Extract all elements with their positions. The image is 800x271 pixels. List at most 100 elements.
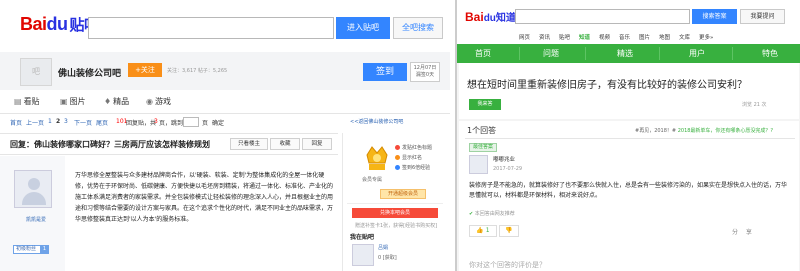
page-jump-input[interactable] bbox=[183, 117, 199, 127]
search-all-button[interactable]: 全吧搜索 bbox=[393, 17, 443, 39]
post-title: 回复：佛山装修哪家口碑好？三房两厅应该怎样装修规划 bbox=[10, 140, 210, 149]
post-user-name[interactable]: 凯凯是爱 bbox=[26, 216, 46, 223]
replies-text: 回复贴，共 bbox=[126, 120, 157, 127]
return-forum-link[interactable]: <<返回佛山装修公司吧 bbox=[350, 118, 403, 125]
tab-featured[interactable]: ♦ 精品 bbox=[104, 96, 129, 107]
pager-2-current: 2 bbox=[56, 118, 61, 125]
orange-dot-icon bbox=[395, 155, 400, 160]
subnav-wenku[interactable]: 文库 bbox=[679, 33, 690, 41]
meta-user-tag[interactable]: #再见，2018！# bbox=[635, 128, 676, 134]
page-unit: 页 bbox=[202, 120, 209, 127]
answerer-avatar[interactable] bbox=[469, 155, 488, 174]
member-benefits: 发贴红色标题 显示红名 签到6倍经验 bbox=[395, 143, 432, 173]
diamond-icon: ♦ bbox=[104, 97, 112, 106]
subnav-web[interactable]: 网页 bbox=[519, 33, 530, 41]
ask-question-button[interactable]: 我要提问 bbox=[740, 9, 785, 24]
subnav-more[interactable]: 更多» bbox=[699, 33, 713, 41]
subnav-music[interactable]: 音乐 bbox=[619, 33, 630, 41]
share-button[interactable]: 分 享 bbox=[732, 227, 755, 236]
zhidao-main-nav: 首页 问题 精选 用户 特色 bbox=[457, 44, 800, 63]
in-tieba-heading: 我在贴吧 bbox=[350, 234, 375, 241]
answer-meta: #再见，2018！# 2018最新单车，你还有哪条心愿没完成？? bbox=[635, 127, 773, 134]
tieba-logo[interactable]: Baidu 贴吧 bbox=[20, 14, 99, 35]
like-button[interactable]: 👍 1 bbox=[469, 225, 497, 237]
tieba-panel: Baidu 贴吧 进入贴吧 全吧搜索 吧 佛山装修公司吧 +关注 关注：3,617… bbox=[0, 0, 450, 271]
sign-date-box: 12月07日 漏签0天 bbox=[410, 62, 440, 82]
forum-tabs: ▤ 看贴 ▣ 图片 ♦ 精品 ◉ 游戏 bbox=[0, 90, 450, 114]
forum-avatar[interactable]: 吧 bbox=[20, 58, 52, 86]
forum-stats: 关注：3,617 帖子：5,265 bbox=[167, 68, 228, 74]
search-answer-button[interactable]: 搜索答案 bbox=[692, 9, 737, 24]
redeem-member-button[interactable]: 兑换本吧会员 bbox=[352, 208, 438, 218]
recommend-note: ✔ 本回答由网友推荐 bbox=[469, 211, 515, 217]
user-level-badge: 初级粉丝 1 bbox=[13, 245, 49, 254]
answer-date: 2017-07-29 bbox=[493, 166, 523, 172]
nav-special[interactable]: 特色 bbox=[762, 48, 778, 59]
pager-first[interactable]: 首页 bbox=[10, 118, 22, 127]
sign-date: 12月07日 bbox=[413, 65, 437, 71]
benefit-item: 显示红名 bbox=[395, 153, 432, 163]
open-member-button[interactable]: 开通超级会员 bbox=[380, 189, 426, 199]
subnav-tieba[interactable]: 贴吧 bbox=[559, 33, 570, 41]
tieba-search-input[interactable] bbox=[88, 17, 334, 39]
pager-next[interactable]: 下一页 bbox=[74, 118, 92, 127]
benefit-item: 发贴红色标题 bbox=[395, 143, 432, 153]
zhidao-panel: Baidu知道 搜索答案 我要提问 网页 资讯 贴吧 知道 视频 音乐 图片 地… bbox=[455, 0, 800, 271]
crown-medal-icon bbox=[366, 146, 388, 170]
nav-featured[interactable]: 精选 bbox=[617, 48, 633, 59]
zhidao-search-input[interactable] bbox=[515, 9, 690, 24]
subnav-map[interactable]: 地图 bbox=[659, 33, 670, 41]
avatar-head-shape bbox=[28, 178, 40, 190]
posts-icon: ▤ bbox=[14, 97, 22, 106]
post-content: 万华思修全屋整装与众多建材品牌商合作，以'硬装、软装、定制'为整体集成化的全屋一… bbox=[75, 172, 334, 223]
sign-in-button[interactable]: 签到 bbox=[363, 63, 407, 81]
nav-divider bbox=[585, 47, 586, 60]
dislike-button[interactable]: 👎 bbox=[499, 225, 519, 237]
answer-button[interactable]: 我来答 bbox=[469, 99, 501, 110]
thumb-down-icon: 👎 bbox=[505, 227, 513, 234]
zhidao-logo[interactable]: Baidu知道 bbox=[465, 9, 516, 24]
pager-1[interactable]: 1 bbox=[48, 118, 52, 125]
only-host-button[interactable]: 只看楼主 bbox=[230, 138, 268, 150]
avatar-body-shape bbox=[22, 192, 46, 205]
pages-count: 3 bbox=[154, 118, 158, 125]
divider bbox=[465, 138, 795, 139]
meta-event-link[interactable]: 2018最新单车，你还有哪条心愿没完成？? bbox=[678, 128, 773, 134]
pager-prev[interactable]: 上一页 bbox=[26, 118, 44, 127]
nav-home[interactable]: 首页 bbox=[475, 48, 491, 59]
nav-divider bbox=[519, 47, 520, 60]
nav-questions[interactable]: 问题 bbox=[543, 48, 559, 59]
jump-confirm-button[interactable]: 确定 bbox=[212, 118, 224, 127]
nav-divider bbox=[732, 47, 733, 60]
image-icon: ▣ bbox=[60, 97, 68, 106]
thumb-up-icon: 👍 bbox=[476, 227, 484, 234]
answer-count: 1个回答 bbox=[467, 126, 497, 135]
my-level[interactable]: 0 [获取] bbox=[378, 254, 397, 261]
tab-images[interactable]: ▣ 图片 bbox=[60, 96, 86, 107]
answerer-name[interactable]: 嘟嘟兆业 bbox=[493, 155, 515, 163]
rate-answer-prompt: 你对这个回答的评价是？ bbox=[469, 261, 546, 269]
my-name[interactable]: 吕娟 bbox=[378, 244, 388, 251]
subnav-news[interactable]: 资讯 bbox=[539, 33, 550, 41]
pager-last[interactable]: 尾页 bbox=[96, 118, 108, 127]
gamepad-icon: ◉ bbox=[146, 97, 153, 106]
product-subnav: 网页 资讯 贴吧 知道 视频 音乐 图片 地图 文库 更多» bbox=[457, 30, 800, 44]
reply-button[interactable]: 回复 bbox=[302, 138, 332, 150]
follow-button[interactable]: +关注 bbox=[128, 63, 162, 77]
answer-content: 装修房子是不能急的，就算装修好了也不要那么快就入住，总是会有一些装修污染的，如果… bbox=[469, 182, 788, 199]
enter-tieba-button[interactable]: 进入贴吧 bbox=[336, 17, 390, 39]
forum-name[interactable]: 佛山装修公司吧 bbox=[58, 66, 121, 79]
subnav-images[interactable]: 图片 bbox=[639, 33, 650, 41]
subnav-video[interactable]: 视频 bbox=[599, 33, 610, 41]
tab-games[interactable]: ◉ 游戏 bbox=[146, 96, 171, 107]
subnav-zhidao[interactable]: 知道 bbox=[579, 33, 590, 41]
nav-divider bbox=[659, 47, 660, 60]
user-avatar[interactable] bbox=[14, 170, 52, 208]
pager-3[interactable]: 3 bbox=[64, 118, 68, 125]
my-avatar[interactable] bbox=[352, 244, 374, 266]
nav-users[interactable]: 用户 bbox=[689, 48, 705, 59]
favorite-button[interactable]: 收藏 bbox=[270, 138, 300, 150]
sign-missed: 漏签0天 bbox=[415, 72, 435, 78]
question-title: 想在短时间里重新装修旧房子，有没有比较好的装修公司安利？ bbox=[467, 80, 747, 91]
tab-posts[interactable]: ▤ 看贴 bbox=[14, 96, 40, 107]
